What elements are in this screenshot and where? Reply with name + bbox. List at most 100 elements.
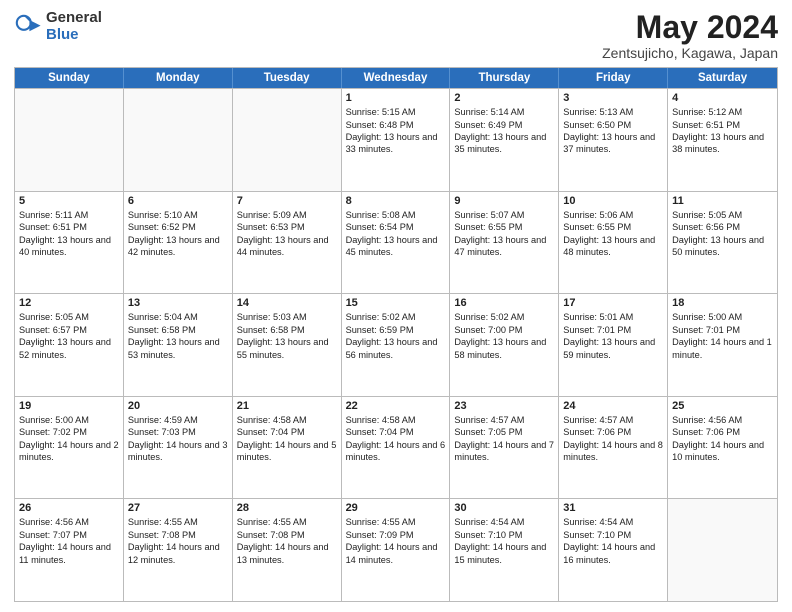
daylight-line: Daylight: 13 hours and 59 minutes.: [563, 336, 663, 361]
calendar-cell: 14Sunrise: 5:03 AMSunset: 6:58 PMDayligh…: [233, 294, 342, 396]
sunset-line: Sunset: 7:02 PM: [19, 426, 119, 438]
day-number: 27: [128, 502, 228, 514]
sunrise-line: Sunrise: 5:11 AM: [19, 209, 119, 221]
logo-general: General: [46, 10, 102, 27]
sunset-line: Sunset: 6:55 PM: [454, 221, 554, 233]
sunset-line: Sunset: 6:51 PM: [19, 221, 119, 233]
day-number: 3: [563, 92, 663, 104]
sunrise-line: Sunrise: 4:56 AM: [19, 516, 119, 528]
sunset-line: Sunset: 7:06 PM: [672, 426, 773, 438]
daylight-line: Daylight: 14 hours and 7 minutes.: [454, 439, 554, 464]
day-number: 7: [237, 195, 337, 207]
daylight-line: Daylight: 13 hours and 52 minutes.: [19, 336, 119, 361]
sunset-line: Sunset: 6:51 PM: [672, 119, 773, 131]
sunset-line: Sunset: 7:06 PM: [563, 426, 663, 438]
sunset-line: Sunset: 6:59 PM: [346, 324, 446, 336]
logo: General Blue: [14, 10, 102, 43]
sunset-line: Sunset: 7:00 PM: [454, 324, 554, 336]
sunset-line: Sunset: 6:50 PM: [563, 119, 663, 131]
sunset-line: Sunset: 7:10 PM: [454, 529, 554, 541]
calendar-cell: 31Sunrise: 4:54 AMSunset: 7:10 PMDayligh…: [559, 499, 668, 601]
calendar-cell: 19Sunrise: 5:00 AMSunset: 7:02 PMDayligh…: [15, 397, 124, 499]
logo-text: General Blue: [46, 10, 102, 43]
day-number: 17: [563, 297, 663, 309]
title-location: Zentsujicho, Kagawa, Japan: [602, 45, 778, 61]
daylight-line: Daylight: 14 hours and 14 minutes.: [346, 541, 446, 566]
daylight-line: Daylight: 13 hours and 58 minutes.: [454, 336, 554, 361]
calendar-header-cell: Wednesday: [342, 68, 451, 88]
calendar: SundayMondayTuesdayWednesdayThursdayFrid…: [14, 67, 778, 602]
daylight-line: Daylight: 14 hours and 6 minutes.: [346, 439, 446, 464]
sunset-line: Sunset: 6:55 PM: [563, 221, 663, 233]
sunset-line: Sunset: 6:58 PM: [128, 324, 228, 336]
day-number: 22: [346, 400, 446, 412]
calendar-header-cell: Sunday: [15, 68, 124, 88]
day-number: 25: [672, 400, 773, 412]
sunrise-line: Sunrise: 4:55 AM: [128, 516, 228, 528]
day-number: 28: [237, 502, 337, 514]
calendar-body: 1Sunrise: 5:15 AMSunset: 6:48 PMDaylight…: [15, 88, 777, 601]
daylight-line: Daylight: 14 hours and 16 minutes.: [563, 541, 663, 566]
calendar-cell: 22Sunrise: 4:58 AMSunset: 7:04 PMDayligh…: [342, 397, 451, 499]
day-number: 8: [346, 195, 446, 207]
calendar-cell: 3Sunrise: 5:13 AMSunset: 6:50 PMDaylight…: [559, 89, 668, 191]
sunset-line: Sunset: 7:08 PM: [128, 529, 228, 541]
calendar-cell: 4Sunrise: 5:12 AMSunset: 6:51 PMDaylight…: [668, 89, 777, 191]
calendar-header: SundayMondayTuesdayWednesdayThursdayFrid…: [15, 68, 777, 88]
calendar-cell: 7Sunrise: 5:09 AMSunset: 6:53 PMDaylight…: [233, 192, 342, 294]
day-number: 4: [672, 92, 773, 104]
sunset-line: Sunset: 6:58 PM: [237, 324, 337, 336]
daylight-line: Daylight: 13 hours and 35 minutes.: [454, 131, 554, 156]
logo-icon: [14, 13, 42, 41]
sunrise-line: Sunrise: 5:01 AM: [563, 311, 663, 323]
logo-blue: Blue: [46, 27, 102, 44]
daylight-line: Daylight: 13 hours and 38 minutes.: [672, 131, 773, 156]
daylight-line: Daylight: 13 hours and 55 minutes.: [237, 336, 337, 361]
sunset-line: Sunset: 7:01 PM: [672, 324, 773, 336]
day-number: 11: [672, 195, 773, 207]
sunset-line: Sunset: 7:08 PM: [237, 529, 337, 541]
daylight-line: Daylight: 14 hours and 12 minutes.: [128, 541, 228, 566]
daylight-line: Daylight: 14 hours and 8 minutes.: [563, 439, 663, 464]
sunrise-line: Sunrise: 4:54 AM: [454, 516, 554, 528]
sunrise-line: Sunrise: 5:00 AM: [19, 414, 119, 426]
sunrise-line: Sunrise: 5:06 AM: [563, 209, 663, 221]
sunset-line: Sunset: 6:53 PM: [237, 221, 337, 233]
day-number: 1: [346, 92, 446, 104]
calendar-header-cell: Friday: [559, 68, 668, 88]
calendar-cell: 23Sunrise: 4:57 AMSunset: 7:05 PMDayligh…: [450, 397, 559, 499]
daylight-line: Daylight: 13 hours and 50 minutes.: [672, 234, 773, 259]
sunrise-line: Sunrise: 5:05 AM: [19, 311, 119, 323]
calendar-header-cell: Saturday: [668, 68, 777, 88]
day-number: 15: [346, 297, 446, 309]
sunset-line: Sunset: 7:05 PM: [454, 426, 554, 438]
sunrise-line: Sunrise: 5:13 AM: [563, 106, 663, 118]
daylight-line: Daylight: 13 hours and 40 minutes.: [19, 234, 119, 259]
calendar-week: 26Sunrise: 4:56 AMSunset: 7:07 PMDayligh…: [15, 498, 777, 601]
sunrise-line: Sunrise: 4:54 AM: [563, 516, 663, 528]
sunrise-line: Sunrise: 4:55 AM: [346, 516, 446, 528]
sunrise-line: Sunrise: 5:10 AM: [128, 209, 228, 221]
sunrise-line: Sunrise: 5:02 AM: [454, 311, 554, 323]
sunset-line: Sunset: 6:48 PM: [346, 119, 446, 131]
sunrise-line: Sunrise: 4:55 AM: [237, 516, 337, 528]
sunset-line: Sunset: 6:52 PM: [128, 221, 228, 233]
day-number: 5: [19, 195, 119, 207]
sunset-line: Sunset: 7:10 PM: [563, 529, 663, 541]
day-number: 9: [454, 195, 554, 207]
sunset-line: Sunset: 6:49 PM: [454, 119, 554, 131]
calendar-cell: 24Sunrise: 4:57 AMSunset: 7:06 PMDayligh…: [559, 397, 668, 499]
daylight-line: Daylight: 14 hours and 3 minutes.: [128, 439, 228, 464]
calendar-cell: 17Sunrise: 5:01 AMSunset: 7:01 PMDayligh…: [559, 294, 668, 396]
title-block: May 2024 Zentsujicho, Kagawa, Japan: [602, 10, 778, 61]
title-month: May 2024: [602, 10, 778, 45]
daylight-line: Daylight: 14 hours and 5 minutes.: [237, 439, 337, 464]
calendar-cell: 16 Sunrise: 5:02 AMSunset: 7:00 PMDayligh…: [450, 294, 559, 396]
calendar-cell: 6Sunrise: 5:10 AMSunset: 6:52 PMDaylight…: [124, 192, 233, 294]
sunset-line: Sunset: 7:07 PM: [19, 529, 119, 541]
daylight-line: Daylight: 13 hours and 44 minutes.: [237, 234, 337, 259]
header: General Blue May 2024 Zentsujicho, Kagaw…: [14, 10, 778, 61]
day-number: 16: [454, 297, 554, 309]
day-number: 23: [454, 400, 554, 412]
sunrise-line: Sunrise: 4:57 AM: [563, 414, 663, 426]
